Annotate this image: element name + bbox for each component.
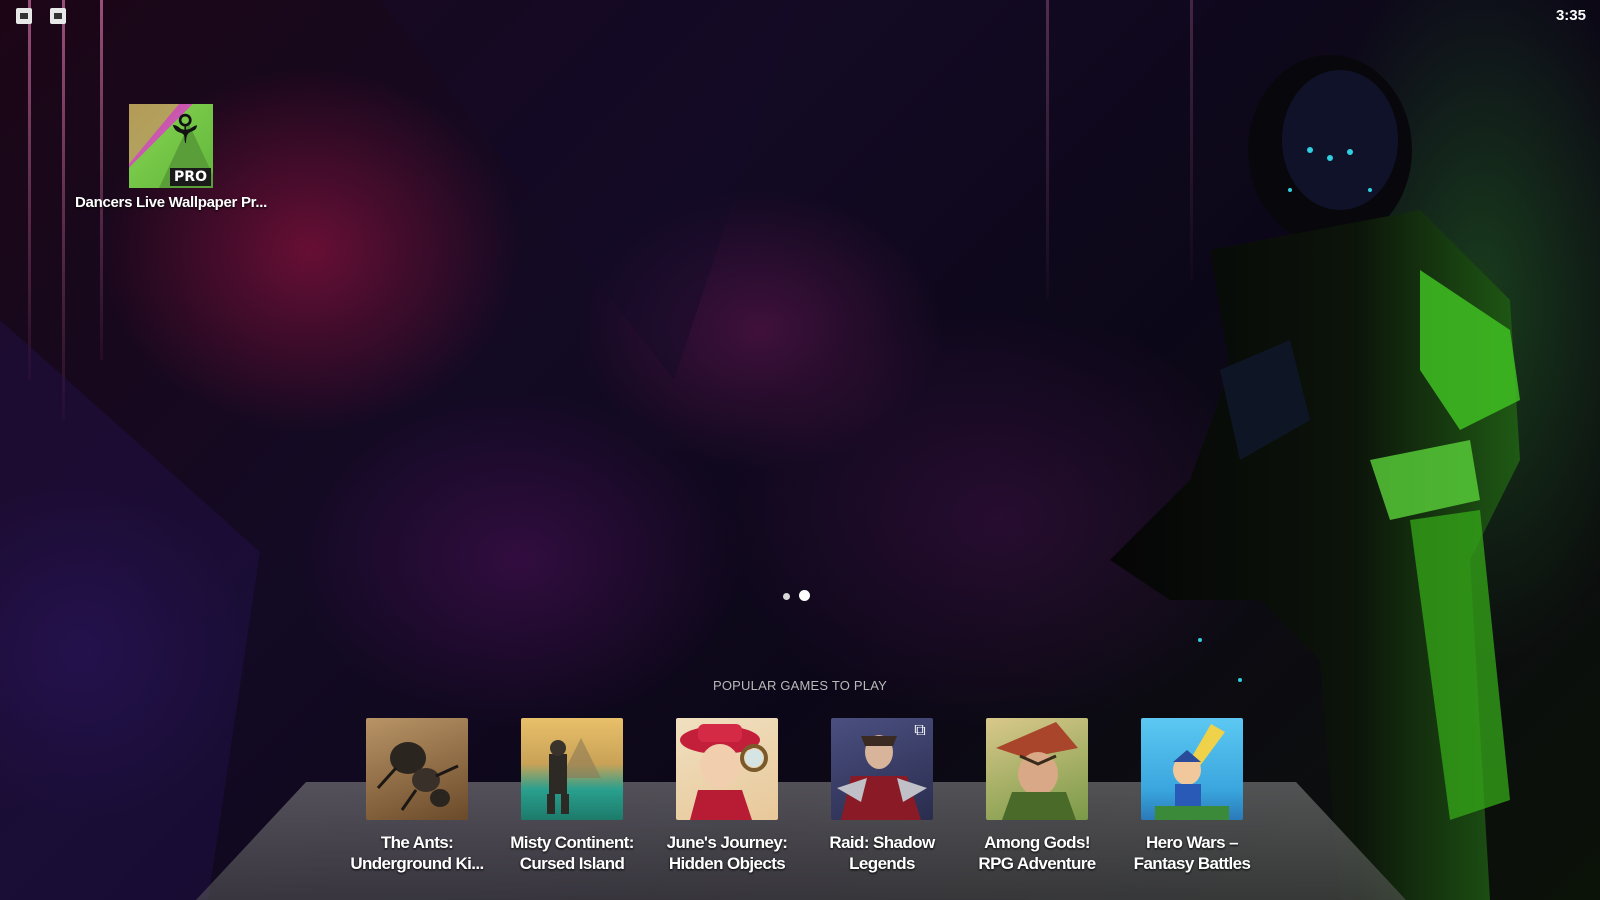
game-title: Among Gods! RPG Adventure (978, 833, 1096, 873)
page-dot-active[interactable] (799, 590, 810, 601)
detective-lady-game-icon[interactable] (676, 718, 778, 820)
game-title: Hero Wars – Fantasy Battles (1133, 833, 1251, 873)
shortcut-label: Dancers Live Wallpaper Pr... (75, 194, 267, 211)
light-beam (62, 0, 65, 420)
game-shortcut[interactable]: Hero Wars – Fantasy Battles (1117, 718, 1267, 874)
game-shortcut[interactable]: ⧉ Raid: Shadow Legends (807, 718, 957, 874)
ant-game-icon[interactable] (366, 718, 468, 820)
home-screen: 3:35 ⚘ PRO Dancers Live Wallpaper Pr... … (0, 0, 1600, 900)
game-shortcut[interactable]: Misty Continent: Cursed Island (497, 718, 647, 874)
game-title: Misty Continent: Cursed Island (510, 833, 634, 873)
background-shard (380, 0, 800, 380)
status-clock: 3:35 (1555, 7, 1586, 24)
lady-illustration (680, 724, 768, 820)
hero-game-icon[interactable] (1141, 718, 1243, 820)
status-bar: 3:35 (0, 0, 1600, 32)
screenshot-icon[interactable] (50, 8, 66, 24)
page-dot[interactable] (783, 593, 790, 600)
game-shortcut[interactable]: June's Journey: Hidden Objects (652, 718, 802, 874)
dock-heading: POPULAR GAMES TO PLAY (713, 678, 887, 693)
explorer-illustration (547, 738, 601, 814)
popular-games-dock: The Ants: Underground Ki... Misty Contin… (342, 718, 1252, 888)
archer-illustration (996, 722, 1078, 820)
game-shortcut[interactable]: The Ants: Underground Ki... (342, 718, 492, 874)
game-title: The Ants: Underground Ki... (350, 833, 484, 873)
ant-illustration (376, 742, 459, 811)
notification-icon[interactable] (16, 8, 32, 24)
hero-illustration (1155, 724, 1229, 820)
game-title: Raid: Shadow Legends (829, 833, 935, 873)
pro-badge: PRO (170, 168, 211, 186)
game-title: June's Journey: Hidden Objects (666, 833, 788, 873)
dancer-silhouette-icon: ⚘ (167, 108, 203, 152)
game-shortcut[interactable]: Among Gods! RPG Adventure (962, 718, 1112, 874)
island-game-icon[interactable] (521, 718, 623, 820)
dancer-wallpaper-app-icon[interactable]: ⚘ PRO (129, 104, 213, 188)
external-link-icon[interactable]: ⧉ (911, 722, 929, 740)
archer-game-icon[interactable] (986, 718, 1088, 820)
desktop-shortcut-dancers-live-wallpaper[interactable]: ⚘ PRO Dancers Live Wallpaper Pr... (66, 104, 276, 211)
light-beam (1046, 0, 1049, 300)
light-beam (28, 0, 31, 380)
background-shard (0, 320, 260, 900)
warrior-game-icon[interactable]: ⧉ (831, 718, 933, 820)
